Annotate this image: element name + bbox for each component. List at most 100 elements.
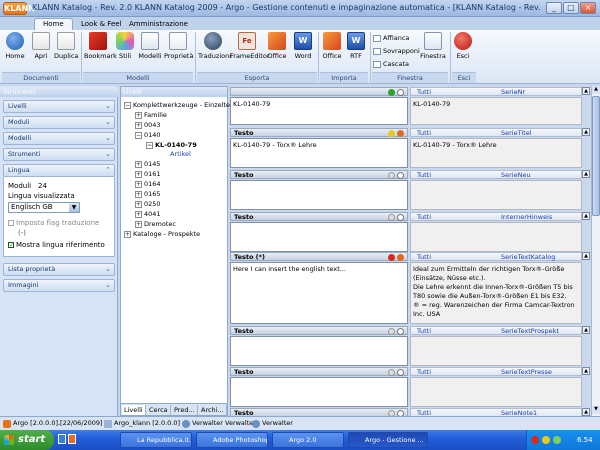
frameeditor-button[interactable]: Fe FrameEditor: [230, 32, 270, 68]
collapse-field-icon[interactable]: ▲: [582, 408, 590, 416]
expand-icon[interactable]: +: [135, 180, 142, 188]
overlap-button[interactable]: Sovrapponi: [373, 46, 420, 56]
export-office-button[interactable]: Office: [266, 32, 288, 68]
close-button[interactable]: ×: [580, 2, 596, 14]
tree-tab-cerca[interactable]: Cerca: [147, 405, 171, 415]
collapse-field-icon[interactable]: ▲: [582, 326, 590, 334]
tree-node-artikel[interactable]: Artikel: [170, 150, 191, 159]
tab-amministrazione[interactable]: Amministrazione: [120, 18, 197, 30]
export-word-button[interactable]: W Word: [291, 32, 315, 68]
tree-node-root[interactable]: − Komplettwerkzeuge - Einzelteile: [124, 101, 238, 110]
cascade-button[interactable]: Cascata: [373, 59, 409, 69]
expand-icon[interactable]: +: [135, 160, 142, 168]
vertical-scrollbar[interactable]: ▲ ▼: [591, 86, 600, 416]
translations-button[interactable]: Traduzioni: [198, 32, 231, 68]
minimize-button[interactable]: _: [546, 2, 562, 14]
tile-button[interactable]: Affianca: [373, 33, 409, 43]
tree-node-0250[interactable]: +0250: [135, 200, 161, 209]
scroll-down-icon[interactable]: ▼: [592, 406, 600, 414]
pane-lista-proprieta[interactable]: Lista proprietà ⌄: [3, 263, 115, 276]
dropdown-arrow-icon[interactable]: ▼: [69, 203, 79, 212]
exit-button[interactable]: Esci: [453, 32, 473, 68]
collapse-field-icon[interactable]: ▲: [582, 87, 590, 95]
collapse-icon[interactable]: −: [135, 131, 142, 139]
properties-button[interactable]: Proprietà: [164, 32, 193, 68]
styles-button[interactable]: Stili: [115, 32, 135, 68]
power-icon: [454, 32, 472, 50]
models-button[interactable]: Modelli: [137, 32, 163, 68]
tree-tab-archivio[interactable]: Archi...: [199, 405, 227, 415]
collapse-field-icon[interactable]: ▲: [582, 128, 590, 136]
collapse-icon[interactable]: −: [146, 141, 153, 149]
tree-node-0161[interactable]: +0161: [135, 170, 161, 179]
imposta-flag-checkbox[interactable]: Imposta flag traduzione: [8, 219, 99, 227]
tree-node-0140[interactable]: −0140: [135, 131, 161, 140]
task-argo-gestione[interactable]: Argo - Gestione ...: [348, 432, 428, 448]
expand-icon[interactable]: +: [135, 111, 142, 119]
settings-icon[interactable]: [397, 89, 404, 96]
collapse-field-icon[interactable]: ▲: [582, 252, 590, 260]
tree-node-kataloge[interactable]: + Kataloge - Prospekte: [124, 230, 200, 239]
tree-tab-pred[interactable]: Pred...: [172, 405, 198, 415]
tree-node-0165[interactable]: +0165: [135, 190, 161, 199]
tree-node-dremotec[interactable]: + Dremotec: [135, 220, 176, 229]
import-rtf-button[interactable]: W RTF: [346, 32, 366, 68]
pane-strumenti[interactable]: Strumenti ⌄: [3, 148, 115, 161]
tray-icon[interactable]: [553, 436, 561, 444]
pane-moduli[interactable]: Moduli ⌄: [3, 116, 115, 129]
settings-icon[interactable]: [397, 172, 404, 179]
scroll-up-icon[interactable]: ▲: [592, 86, 600, 94]
language-select[interactable]: Englisch GB ▼: [8, 202, 80, 213]
bookmark-button[interactable]: Bookmark: [84, 32, 117, 68]
tree-node-4041[interactable]: +4041: [135, 210, 161, 219]
settings-icon[interactable]: [397, 369, 404, 376]
tray-icon[interactable]: [542, 436, 550, 444]
tree-tab-livelli[interactable]: Livelli: [122, 405, 146, 415]
quicklaunch-icon[interactable]: [58, 434, 66, 444]
duplicate-button[interactable]: Duplica: [54, 32, 78, 68]
home-button[interactable]: Home: [3, 32, 27, 68]
tray-icon[interactable]: [531, 436, 539, 444]
maximize-button[interactable]: □: [563, 2, 579, 14]
field-input[interactable]: Here I can insert the english text...: [230, 262, 408, 324]
tree-node-0043[interactable]: +0043: [135, 121, 161, 130]
collapse-field-icon[interactable]: ▲: [582, 212, 590, 220]
collapse-field-icon[interactable]: ▲: [582, 367, 590, 375]
expand-icon[interactable]: +: [135, 210, 142, 218]
tree-node-0145[interactable]: +0145: [135, 160, 161, 169]
settings-icon[interactable]: [397, 328, 404, 335]
expand-icon[interactable]: +: [135, 121, 142, 129]
open-button[interactable]: Apri: [29, 32, 53, 68]
expand-icon[interactable]: +: [135, 170, 142, 178]
tree-node-familie[interactable]: + Familie: [135, 111, 167, 120]
expand-icon[interactable]: +: [135, 220, 142, 228]
field-input[interactable]: KL-0140-79: [230, 97, 408, 125]
expand-icon[interactable]: +: [135, 200, 142, 208]
field-input[interactable]: [230, 377, 408, 407]
expand-icon[interactable]: +: [124, 230, 131, 238]
field-input[interactable]: [230, 180, 408, 210]
pane-livelli[interactable]: Livelli ⌄: [3, 100, 115, 113]
expand-icon[interactable]: +: [135, 190, 142, 198]
pane-modelli[interactable]: Modelli ⌄: [3, 132, 115, 145]
scrollbar-thumb[interactable]: [592, 96, 600, 216]
collapse-icon[interactable]: −: [124, 101, 131, 109]
settings-icon[interactable]: [397, 214, 404, 221]
task-repubblica[interactable]: La Repubblica.it...: [120, 432, 192, 448]
task-argo[interactable]: Argo 2.0: [272, 432, 344, 448]
quicklaunch-icon[interactable]: [68, 434, 76, 444]
window-button[interactable]: Finestra: [420, 32, 446, 68]
user-icon: [182, 420, 190, 428]
import-office-button[interactable]: Office: [321, 32, 343, 68]
tab-home[interactable]: Home: [34, 18, 73, 30]
collapse-field-icon[interactable]: ▲: [582, 170, 590, 178]
field-input[interactable]: KL-0140-79 - Torx® Lehre: [230, 138, 408, 168]
field-input[interactable]: [230, 336, 408, 366]
mostra-lingua-checkbox[interactable]: ✓ Mostra lingua riferimento: [8, 241, 105, 249]
tree-node-0164[interactable]: +0164: [135, 180, 161, 189]
pane-immagini[interactable]: Immagini ⌄: [3, 279, 115, 292]
tree-node-kl-0140-79[interactable]: − KL-0140-79: [146, 141, 197, 150]
task-photoshop[interactable]: Adobe Photoshop: [196, 432, 268, 448]
pane-lingua[interactable]: Lingua ⌃: [3, 164, 115, 177]
field-input[interactable]: [230, 222, 408, 252]
